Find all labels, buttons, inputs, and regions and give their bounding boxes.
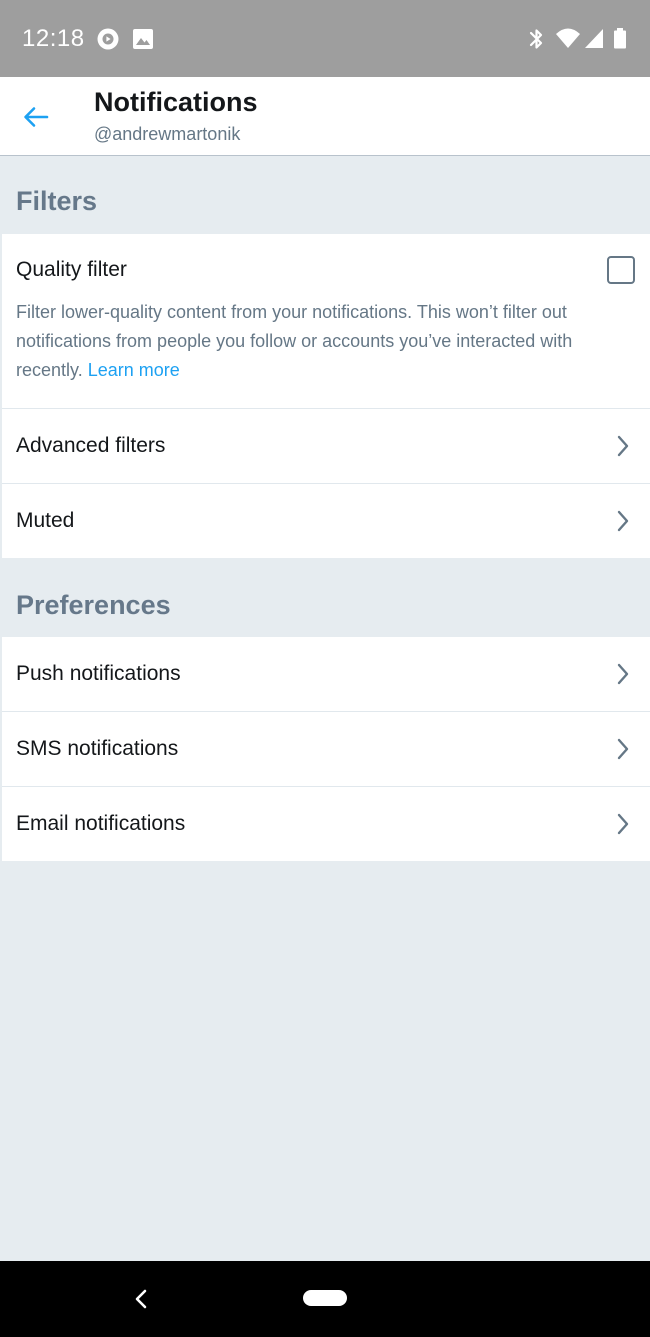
quality-filter-label: Quality filter xyxy=(16,258,127,281)
push-notifications-label: Push notifications xyxy=(16,662,181,685)
bluetooth-icon xyxy=(529,29,543,49)
back-button[interactable] xyxy=(14,95,58,139)
nav-back-icon[interactable] xyxy=(128,1285,154,1313)
email-notifications-label: Email notifications xyxy=(16,812,186,835)
chevron-right-icon xyxy=(617,738,629,760)
status-time: 12:18 xyxy=(22,25,85,52)
section-title-preferences: Preferences xyxy=(16,590,171,620)
wifi-icon xyxy=(556,28,580,48)
account-handle: @andrewmartonik xyxy=(94,124,241,144)
sms-notifications-row[interactable]: SMS notifications xyxy=(2,711,650,786)
muted-label: Muted xyxy=(16,509,75,532)
battery-icon xyxy=(614,28,626,49)
quality-filter-row: Quality filter Filter lower-quality cont… xyxy=(2,234,650,408)
quality-filter-description: Filter lower-quality content from your n… xyxy=(16,298,624,385)
advanced-filters-row[interactable]: Advanced filters xyxy=(2,408,650,483)
section-title-filters: Filters xyxy=(16,186,98,216)
quality-filter-checkbox[interactable] xyxy=(607,256,635,284)
app-header: Notifications @andrewmartonik xyxy=(0,77,650,156)
push-notifications-row[interactable]: Push notifications xyxy=(2,637,650,711)
nav-home-pill[interactable] xyxy=(303,1290,347,1306)
advanced-filters-label: Advanced filters xyxy=(16,434,166,457)
chevron-right-icon xyxy=(617,813,629,835)
sms-notifications-label: SMS notifications xyxy=(16,737,179,760)
system-nav-bar xyxy=(0,1261,650,1337)
cell-signal-icon xyxy=(585,29,603,48)
filters-card: Quality filter Filter lower-quality cont… xyxy=(2,234,650,558)
image-icon xyxy=(133,29,153,49)
chevron-right-icon xyxy=(617,510,629,532)
status-bar: 12:18 xyxy=(0,0,650,77)
preferences-card: Push notifications SMS notifications Ema… xyxy=(2,637,650,861)
email-notifications-row[interactable]: Email notifications xyxy=(2,786,650,861)
arrow-left-icon xyxy=(24,107,49,127)
play-circle-icon xyxy=(97,28,119,50)
chevron-right-icon xyxy=(617,435,629,457)
page-title: Notifications xyxy=(94,87,258,117)
chevron-right-icon xyxy=(617,663,629,685)
muted-row[interactable]: Muted xyxy=(2,483,650,558)
learn-more-link[interactable]: Learn more xyxy=(88,360,180,380)
